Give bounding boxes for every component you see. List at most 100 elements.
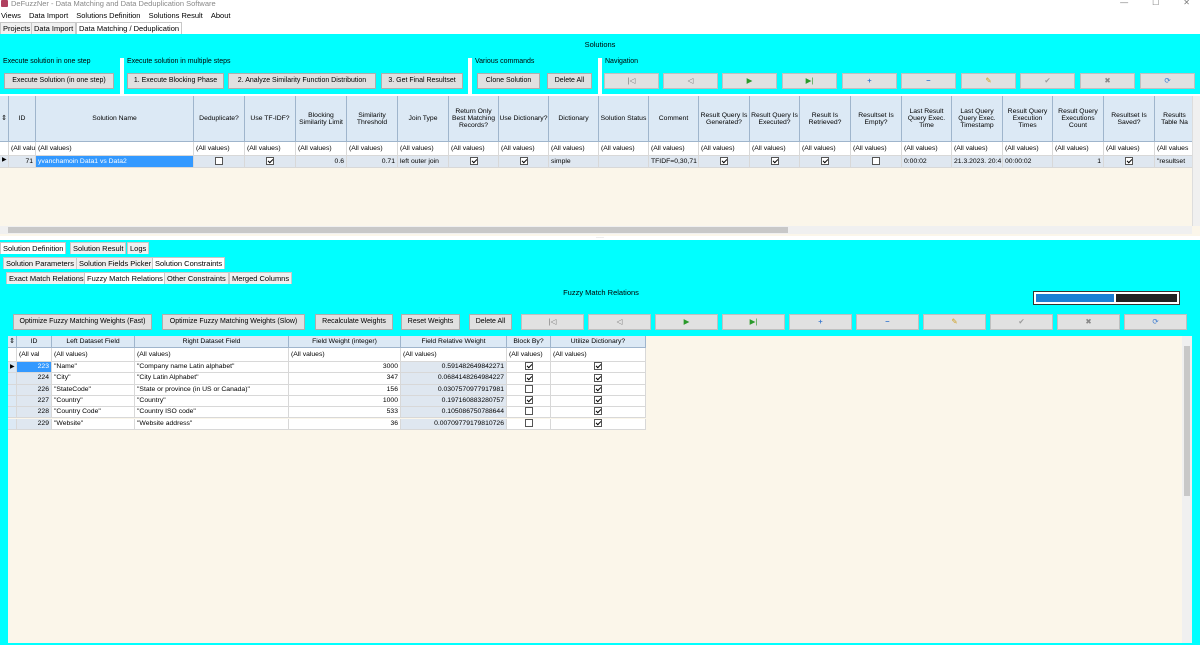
cell-solution-status[interactable] (599, 156, 649, 168)
fuzzy-next-icon[interactable]: ▶ (655, 314, 718, 330)
cell-field-weight[interactable]: 1000 (289, 395, 401, 408)
fuzzy-edit-icon[interactable]: ✎ (923, 314, 986, 330)
cell-left-field[interactable]: "Country" (52, 395, 135, 408)
cell-utilize-dictionary[interactable] (551, 407, 646, 419)
checkbox-icon[interactable] (524, 362, 533, 371)
column-header-comment[interactable]: Comment (649, 96, 699, 142)
optimize-slow-button[interactable]: Optimize Fuzzy Matching Weights (Slow) (162, 314, 305, 330)
cell-right-field[interactable]: "City Latin Alphabet" (135, 373, 289, 385)
menu-about[interactable]: About (210, 11, 232, 20)
cell-left-field[interactable]: "Country Code" (52, 407, 135, 419)
column-header-query-generated[interactable]: Result Query Is Generated? (699, 96, 750, 142)
checkbox-icon[interactable] (594, 373, 602, 382)
filter-use-tfidf[interactable]: (All values) (245, 142, 296, 156)
column-header-use-tfidf[interactable]: Use TF-IDF? (245, 96, 296, 142)
column-header-solution-status[interactable]: Solution Status (599, 96, 649, 142)
cell-solution-name[interactable]: yvanchamoin Data1 vs Data2 (36, 156, 194, 168)
close-icon[interactable]: ✕ (1183, 0, 1190, 7)
column-header-query-executed[interactable]: Result Query Is Executed? (750, 96, 800, 142)
filter-utilize-dictionary[interactable]: (All values) (551, 348, 646, 362)
first-icon[interactable]: |◁ (604, 73, 659, 89)
checkbox-icon[interactable] (524, 407, 533, 416)
tab-solution-fields-picker[interactable]: Solution Fields Picker (76, 257, 155, 269)
filter-right-field[interactable]: (All values) (135, 348, 289, 362)
fuzzy-accept-icon[interactable]: ✔ (990, 314, 1053, 330)
filter-join-type[interactable]: (All values) (398, 142, 449, 156)
column-header-id[interactable]: ID (17, 336, 52, 348)
cell-right-field[interactable]: "Country ISO code" (135, 407, 289, 419)
fuzzy-vertical-scrollbar[interactable] (1182, 336, 1192, 643)
cell-block-by[interactable] (507, 395, 551, 408)
cell-result-retrieved[interactable] (800, 156, 851, 168)
tab-merged-columns[interactable]: Merged Columns (229, 272, 293, 284)
column-header-execution-times[interactable]: Result Query Execution Times (1003, 96, 1053, 142)
cell-field-weight[interactable]: 156 (289, 384, 401, 396)
filter-last-exec-time[interactable]: (All values) (902, 142, 952, 156)
column-header-blocking-limit[interactable]: Blocking Similarity Limit (296, 96, 347, 142)
cell-field-weight[interactable]: 36 (289, 418, 401, 430)
tab-data-import[interactable]: Data Import (31, 22, 77, 34)
tab-exact-match[interactable]: Exact Match Relations (6, 272, 87, 284)
cell-id[interactable]: 228 (17, 407, 52, 419)
fuzzy-delete-all-button[interactable]: Delete All (469, 314, 512, 330)
filter-solution-name[interactable]: (All values) (36, 142, 194, 156)
cell-executions-count[interactable]: 1 (1053, 156, 1104, 168)
cell-id[interactable]: 223 (17, 362, 52, 374)
checkbox-icon[interactable] (266, 157, 274, 166)
tab-logs[interactable]: Logs (127, 242, 150, 254)
cell-use-tfidf[interactable] (245, 156, 296, 168)
filter-blocking-limit[interactable]: (All values) (296, 142, 347, 156)
cell-right-field[interactable]: "Country" (135, 395, 289, 408)
column-header-similarity-threshold[interactable]: Similarity Threshold (347, 96, 398, 142)
cell-similarity-threshold[interactable]: 0.71 (347, 156, 398, 168)
checkbox-icon[interactable] (524, 373, 533, 382)
cell-block-by[interactable] (507, 362, 551, 374)
tab-solution-result[interactable]: Solution Result (70, 242, 127, 254)
filter-block-by[interactable]: (All values) (507, 348, 551, 362)
cell-left-field[interactable]: "Website" (52, 418, 135, 430)
fuzzy-cancel-icon[interactable]: ✖ (1057, 314, 1120, 330)
fuzzy-first-icon[interactable]: |◁ (521, 314, 584, 330)
cell-dictionary[interactable]: simple (549, 156, 599, 168)
column-header-resultset-saved[interactable]: Resultset Is Saved? (1104, 96, 1155, 142)
cell-right-field[interactable]: "Company name Latin alphabet" (135, 362, 289, 374)
filter-execution-times[interactable]: (All values) (1003, 142, 1053, 156)
accept-icon[interactable]: ✔ (1020, 73, 1075, 89)
clone-solution-button[interactable]: Clone Solution (477, 73, 540, 89)
refresh-icon[interactable]: ⟳ (1140, 73, 1195, 89)
cell-left-field[interactable]: "City" (52, 373, 135, 385)
tab-data-matching[interactable]: Data Matching / Deduplication (76, 22, 183, 34)
cell-field-weight[interactable]: 533 (289, 407, 401, 419)
cell-resultset-empty[interactable] (851, 156, 902, 168)
filter-comment[interactable]: (All values) (649, 142, 699, 156)
fuzzy-remove-icon[interactable]: − (856, 314, 919, 330)
cell-last-exec-time[interactable]: 0:00:02 (902, 156, 952, 168)
maximize-icon[interactable]: ☐ (1152, 0, 1159, 7)
cell-resultset-saved[interactable] (1104, 156, 1155, 168)
cell-relative-weight[interactable]: 0.0307570977917981 (401, 384, 507, 396)
column-header-last-exec-timestamp[interactable]: Last Query Query Exec. Timestamp (952, 96, 1003, 142)
cancel-icon[interactable]: ✖ (1080, 73, 1135, 89)
column-header-field-weight[interactable]: Field Weight (integer) (289, 336, 401, 348)
minimize-icon[interactable]: — (1120, 0, 1128, 7)
cell-blocking-limit[interactable]: 0.6 (296, 156, 347, 168)
cell-right-field[interactable]: "Website address" (135, 418, 289, 430)
column-header-dictionary[interactable]: Dictionary (549, 96, 599, 142)
filter-last-exec-timestamp[interactable]: (All values) (952, 142, 1003, 156)
delete-all-button[interactable]: Delete All (547, 73, 592, 89)
tab-other-constraints[interactable]: Other Constraints (164, 272, 229, 284)
cell-utilize-dictionary[interactable] (551, 362, 646, 374)
cell-block-by[interactable] (507, 373, 551, 385)
column-header-solution-name[interactable]: Solution Name (36, 96, 194, 142)
column-header-deduplicate[interactable]: Deduplicate? (194, 96, 245, 142)
checkbox-icon[interactable] (594, 362, 602, 371)
filter-deduplicate[interactable]: (All values) (194, 142, 245, 156)
cell-comment[interactable]: TFIDF=0,30,71 (649, 156, 699, 168)
column-header-join-type[interactable]: Join Type (398, 96, 449, 142)
checkbox-icon[interactable] (519, 157, 528, 166)
remove-icon[interactable]: − (901, 73, 956, 89)
column-header-executions-count[interactable]: Result Query Executions Count (1053, 96, 1104, 142)
filter-left-field[interactable]: (All values) (52, 348, 135, 362)
cell-relative-weight[interactable]: 0.591482649842271 (401, 362, 507, 374)
checkbox-icon[interactable] (594, 396, 602, 405)
